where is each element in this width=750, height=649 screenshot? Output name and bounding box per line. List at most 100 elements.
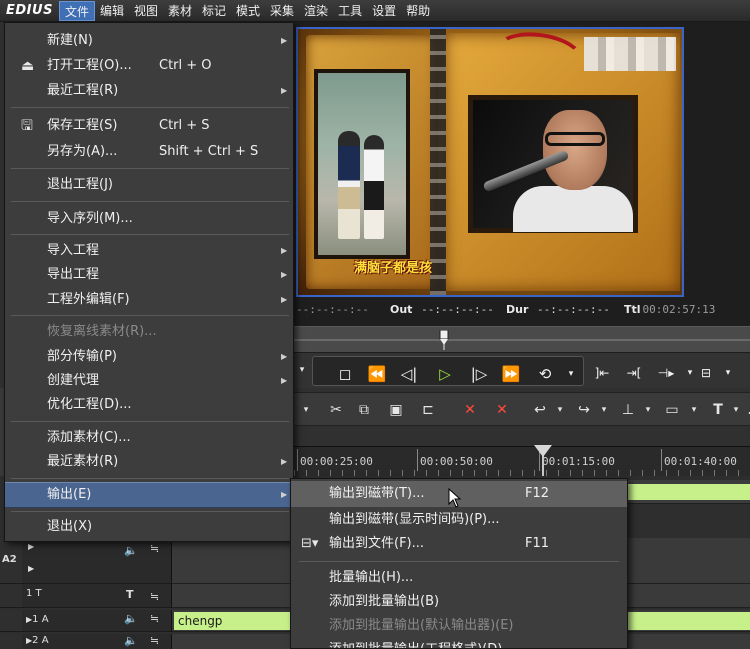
menu-file[interactable]: 文件 (58, 0, 95, 21)
step-forward-icon[interactable]: |▷ (465, 363, 493, 387)
timeline-ruler[interactable]: 00:00:25:00 00:00:50:00 00:01:15:00 00:0… (294, 445, 750, 477)
copy-icon[interactable]: ⧉ (352, 400, 376, 420)
menu-item-label: 打开工程(O)... (47, 58, 132, 73)
insert-icon[interactable]: ⊏ (416, 400, 440, 420)
playhead-cap[interactable] (534, 445, 552, 457)
undo-dropdown-icon[interactable]: ▾ (548, 400, 572, 420)
submenu-arrow-icon: ▶ (281, 457, 288, 466)
scrub-track (294, 339, 750, 341)
menu-item-output[interactable]: 输出(E) ▶ (5, 482, 293, 508)
mark-in-icon[interactable]: ]⇤ (588, 362, 616, 386)
menu-item-partial-transfer[interactable]: 部分传输(P) ▶ (5, 345, 293, 369)
menu-help[interactable]: 帮助 (401, 1, 435, 21)
clip-upper[interactable] (628, 484, 750, 500)
menu-item-create-proxy[interactable]: 创建代理 ▶ (5, 369, 293, 393)
menu-tools[interactable]: 工具 (333, 1, 367, 21)
output-device-dropdown-icon[interactable]: ▾ (714, 362, 742, 386)
submenu-item-add-batch[interactable]: 添加到批量输出(B) (291, 589, 627, 615)
menu-item-recent-projects[interactable]: 最近工程(R) ▶ (5, 79, 293, 103)
menu-item-save-project[interactable]: 🖫 保存工程(S) Ctrl + S (5, 114, 293, 138)
fast-forward-icon[interactable]: ⏩ (497, 363, 525, 387)
menu-item-exit[interactable]: 退出(X) (5, 515, 293, 539)
transport-dropdown-icon[interactable]: ▾ (294, 359, 310, 383)
menu-capture[interactable]: 采集 (265, 1, 299, 21)
scrub-bar[interactable] (294, 326, 750, 352)
mark-out-icon[interactable]: ⇥[ (620, 362, 648, 386)
menu-view[interactable]: 视图 (129, 1, 163, 21)
marker-dropdown-icon[interactable]: ▾ (636, 400, 660, 420)
menu-item-external-edit[interactable]: 工程外编辑(F) ▶ (5, 288, 293, 312)
submenu-item-output-tape-timecode[interactable]: 输出到磁带(显示时间码)(P)... (291, 507, 627, 533)
track-side-t[interactable] (0, 584, 22, 608)
menu-clip[interactable]: 素材 (163, 1, 197, 21)
menu-separator (11, 315, 289, 316)
menu-mode[interactable]: 模式 (231, 1, 265, 21)
submenu-item-label: 输出到文件(F)... (329, 536, 425, 551)
menu-item-exit-project[interactable]: 退出工程(J) (5, 173, 293, 197)
menu-item-save-as[interactable]: 另存为(A)... Shift + Ctrl + S (5, 140, 293, 164)
scrub-handle[interactable] (438, 330, 450, 350)
title-track-icon: T (126, 588, 134, 601)
track-side-a2[interactable]: A2 (0, 538, 22, 584)
stop-icon[interactable]: ◻ (331, 363, 359, 387)
menu-item-label: 输出(E) (47, 487, 92, 502)
toolbar-dropdown-icon[interactable]: ▾ (294, 400, 318, 420)
ruler-tick: 00:01:15:00 (539, 449, 615, 471)
menu-edit[interactable]: 编辑 (95, 1, 129, 21)
loop-icon[interactable]: ⟲ (531, 363, 559, 387)
menu-item-label: 最近工程(R) (47, 83, 119, 98)
expand-icon[interactable]: ▶ (28, 542, 34, 551)
submenu-item-batch-output[interactable]: 批量输出(H)... (291, 565, 627, 591)
speaker-icon[interactable]: 🔈 (124, 612, 138, 625)
video-caption: 满脑子都是孩 (354, 261, 433, 276)
cut-icon[interactable]: ✂ (324, 400, 348, 420)
menu-item-import-project[interactable]: 导入工程 ▶ (5, 239, 293, 263)
play-icon[interactable]: ▷ (431, 363, 459, 387)
submenu-item-label: 添加到批量输出(B) (329, 594, 440, 609)
menu-item-import-sequence[interactable]: 导入序列(M)... (5, 207, 293, 231)
redo-dropdown-icon[interactable]: ▾ (592, 400, 616, 420)
menu-render[interactable]: 渲染 (299, 1, 333, 21)
track-label: 1 A (32, 614, 49, 625)
ttl-label: Ttl (624, 302, 641, 316)
export-file-icon: ⊟▾ (301, 536, 319, 551)
step-back-icon[interactable]: ◁| (395, 363, 423, 387)
delete-icon[interactable]: ✕ (490, 400, 514, 420)
waveform-icon[interactable]: ≒ (150, 612, 159, 625)
loop-dropdown-icon[interactable]: ▾ (557, 363, 585, 387)
preview-monitor[interactable]: 满脑子都是孩 (296, 27, 684, 297)
waveform-icon[interactable]: ≒ (150, 634, 159, 647)
menu-item-new[interactable]: 新建(N) ▶ (5, 29, 293, 53)
speaker-icon[interactable]: 🔈 (124, 634, 138, 647)
submenu-item-output-file[interactable]: ⊟▾ 输出到文件(F)... F11 (291, 531, 627, 557)
menu-item-label: 导出工程 (47, 267, 100, 282)
singer-face (543, 110, 607, 190)
ttl-timecode: Ttl 00:02:57:13 (624, 303, 715, 316)
menu-item-recent-clips[interactable]: 最近素材(R) ▶ (5, 450, 293, 474)
waveform-icon[interactable]: ≒ (150, 590, 159, 603)
storyboard-icon[interactable]: ▭ (660, 400, 684, 420)
submenu-item-add-batch-project-format[interactable]: 添加到批量输出(工程格式)(D) (291, 637, 627, 648)
menu-item-open-project[interactable]: ⏏ 打开工程(O)... Ctrl + O (5, 54, 293, 78)
ripple-delete-icon[interactable]: ✕ (458, 400, 482, 420)
menu-item-export-project[interactable]: 导出工程 ▶ (5, 263, 293, 287)
paste-icon[interactable]: ▣ (384, 400, 408, 420)
submenu-item-label: 添加到批量输出(工程格式)(D) (329, 637, 502, 648)
audio-icon[interactable]: ♪ (740, 400, 750, 420)
track-side-1a[interactable] (0, 610, 22, 632)
menu-marker[interactable]: 标记 (197, 1, 231, 21)
track-side-2a[interactable] (0, 634, 22, 649)
menu-item-label: 导入工程 (47, 243, 100, 258)
rewind-icon[interactable]: ⏪ (363, 363, 391, 387)
expand-icon[interactable]: ▶ (28, 564, 34, 573)
menu-item-label: 恢复离线素材(R)... (47, 324, 157, 339)
menubar: EDIUS 文件 编辑 视图 素材 标记 模式 采集 渲染 工具 设置 帮助 (0, 0, 750, 22)
menu-item-add-clip[interactable]: 添加素材(C)... (5, 426, 293, 450)
storyboard-dropdown-icon[interactable]: ▾ (682, 400, 706, 420)
menu-settings[interactable]: 设置 (367, 1, 401, 21)
menu-item-optimize-project[interactable]: 优化工程(D)... (5, 393, 293, 417)
speaker-icon[interactable]: 🔈 (124, 544, 138, 557)
out-label: Out (390, 302, 413, 316)
figure-man (338, 131, 360, 239)
waveform-icon[interactable]: ≒ (150, 542, 159, 555)
